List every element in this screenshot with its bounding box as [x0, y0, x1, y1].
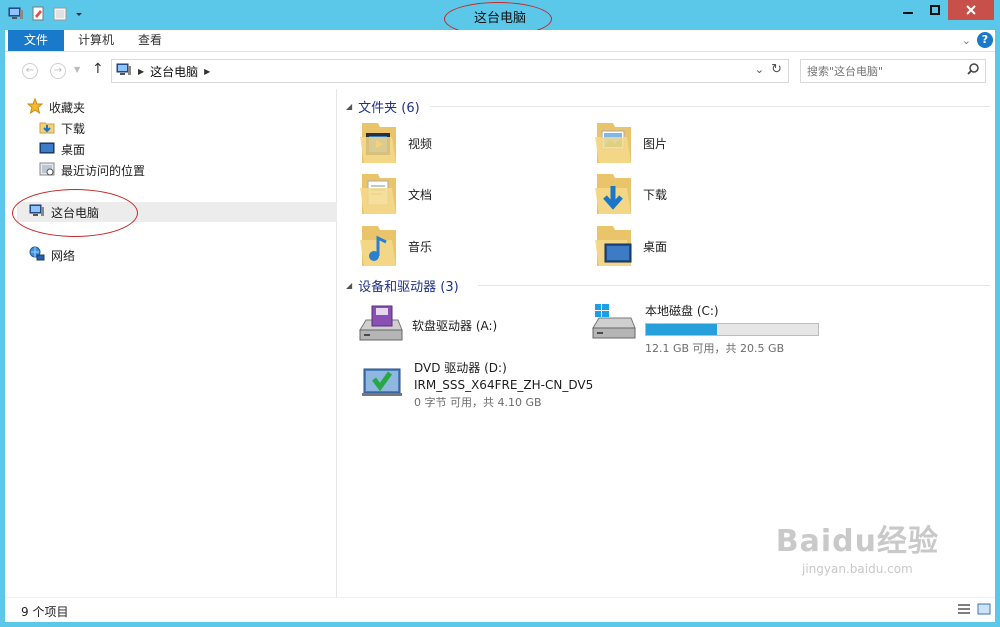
minimize-button[interactable]: [894, 0, 921, 20]
recent-places-icon: [39, 161, 55, 180]
view-switcher: [957, 603, 991, 618]
help-icon[interactable]: ?: [977, 32, 993, 48]
folder-tile-label: 文档: [408, 188, 433, 202]
navigation-bar: ← → ▼ ↑ ▶ 这台电脑 ▶ ⌄ ↻: [5, 53, 995, 89]
desktop-folder-icon: [591, 222, 635, 271]
tab-file[interactable]: 文件: [8, 30, 64, 51]
watermark-brand: Baidu经验: [775, 524, 939, 559]
folders-group-label: 文件夹 (6): [358, 100, 420, 116]
documents-folder-icon: [356, 170, 400, 219]
computer-icon: [116, 63, 132, 80]
devices-group-label: 设备和驱动器 (3): [358, 279, 459, 295]
folder-tile-label: 视频: [408, 137, 433, 151]
folder-tile-label: 下载: [643, 188, 668, 202]
maximize-button[interactable]: [921, 0, 948, 20]
folder-tile-videos[interactable]: 视频: [356, 119, 432, 168]
video-folder-icon: [356, 119, 400, 168]
floppy-drive-icon: [358, 304, 404, 347]
drive-free-space: 0 字节 可用，共 4.10 GB: [414, 396, 542, 409]
close-button[interactable]: [948, 0, 994, 20]
search-icon[interactable]: [967, 63, 979, 78]
drive-name: 本地磁盘 (C:): [645, 304, 719, 318]
dvd-drive-icon: [360, 359, 406, 410]
network-icon: [29, 246, 45, 265]
window-controls: [894, 0, 994, 20]
drive-free-space: 12.1 GB 可用，共 20.5 GB: [645, 342, 785, 355]
drive-tile-floppy[interactable]: 软盘驱动器 (A:): [358, 304, 497, 347]
drive-tile-dvd[interactable]: DVD 驱动器 (D:) IRM_SSS_X64FRE_ZH-CN_DV5 0 …: [360, 359, 593, 410]
folder-tile-pictures[interactable]: 图片: [591, 119, 667, 168]
downloads-icon: [39, 119, 55, 138]
status-bar: 9 个项目: [5, 597, 995, 621]
collapse-triangle-icon[interactable]: ◢: [346, 281, 352, 290]
disk-usage-bar: [645, 323, 819, 336]
nav-item-label: 桌面: [61, 142, 86, 157]
up-button[interactable]: ↑: [92, 61, 104, 77]
large-icons-view-icon[interactable]: [977, 603, 991, 618]
devices-group-header[interactable]: ◢ 设备和驱动器 (3): [346, 276, 459, 295]
forward-button[interactable]: →: [50, 63, 66, 79]
nav-item-desktop[interactable]: 桌面: [39, 139, 85, 159]
star-icon: [26, 97, 44, 117]
nav-item-label: 网络: [51, 248, 76, 263]
collapse-triangle-icon[interactable]: ◢: [346, 102, 352, 111]
nav-favorites[interactable]: 收藏夹: [26, 97, 86, 117]
folder-tile-label: 音乐: [408, 240, 433, 254]
explorer-window: 这台电脑 文件 计算机 查看 ⌄ ? ← → ▼ ↑ ▶ 这台电脑 ▶ ⌄ ↻ …: [0, 0, 1000, 627]
folder-tile-music[interactable]: 音乐: [356, 222, 432, 271]
address-bar[interactable]: ▶ 这台电脑 ▶ ⌄ ↻: [111, 59, 789, 83]
music-folder-icon: [356, 222, 400, 271]
local-disk-icon: [591, 302, 637, 356]
search-box[interactable]: [800, 59, 986, 83]
drive-name: DVD 驱动器 (D:): [414, 361, 507, 375]
folder-tile-documents[interactable]: 文档: [356, 170, 432, 219]
recent-locations-icon[interactable]: ▼: [74, 65, 80, 74]
watermark: Baidu经验 jingyan.baidu.com: [776, 516, 939, 576]
back-button[interactable]: ←: [22, 63, 38, 79]
desktop-icon: [39, 140, 55, 159]
nav-favorites-label: 收藏夹: [49, 100, 86, 115]
nav-item-recent-places[interactable]: 最近访问的位置: [39, 160, 145, 180]
group-divider: [430, 106, 990, 107]
nav-item-label: 下载: [61, 121, 86, 136]
group-divider: [478, 285, 990, 286]
watermark-url: jingyan.baidu.com: [802, 562, 913, 576]
folders-group-header[interactable]: ◢ 文件夹 (6): [346, 97, 420, 116]
drive-tile-local-disk[interactable]: 本地磁盘 (C:) 12.1 GB 可用，共 20.5 GB: [591, 302, 819, 356]
folder-tile-label: 桌面: [643, 240, 668, 254]
tab-view[interactable]: 查看: [125, 30, 175, 51]
folder-tile-downloads[interactable]: 下载: [591, 170, 667, 219]
address-dropdown-icon[interactable]: ⌄: [755, 63, 764, 76]
drive-volume-label: IRM_SSS_X64FRE_ZH-CN_DV5: [414, 378, 594, 392]
tab-computer[interactable]: 计算机: [65, 30, 127, 51]
breadcrumb-arrow-icon[interactable]: ▶: [204, 67, 210, 76]
nav-item-label: 最近访问的位置: [61, 163, 146, 178]
folder-tile-desktop[interactable]: 桌面: [591, 222, 667, 271]
search-input[interactable]: [801, 60, 951, 82]
downloads-folder-icon: [591, 170, 635, 219]
refresh-icon[interactable]: ↻: [771, 62, 782, 77]
title-bar: 这台电脑: [0, 0, 1000, 36]
ribbon-tabs: 文件 计算机 查看 ⌄ ?: [5, 30, 995, 52]
details-view-icon[interactable]: [957, 603, 971, 618]
nav-annotation-ellipse: [12, 189, 138, 237]
disk-usage-fill: [646, 324, 717, 335]
drive-name: 软盘驱动器 (A:): [412, 319, 498, 333]
folder-tile-label: 图片: [643, 137, 668, 151]
breadcrumb-arrow-icon[interactable]: ▶: [138, 67, 144, 76]
ribbon-controls: ⌄ ?: [962, 32, 993, 48]
breadcrumb-this-pc[interactable]: 这台电脑: [150, 63, 198, 80]
expand-ribbon-icon[interactable]: ⌄: [962, 34, 971, 47]
pictures-folder-icon: [591, 119, 635, 168]
nav-item-downloads[interactable]: 下载: [39, 118, 85, 138]
navigation-pane: 收藏夹 下载 桌面 最近访问的位置 这台电脑 网络: [5, 89, 337, 597]
nav-item-network[interactable]: 网络: [29, 245, 75, 265]
item-count: 9 个项目: [21, 605, 69, 619]
